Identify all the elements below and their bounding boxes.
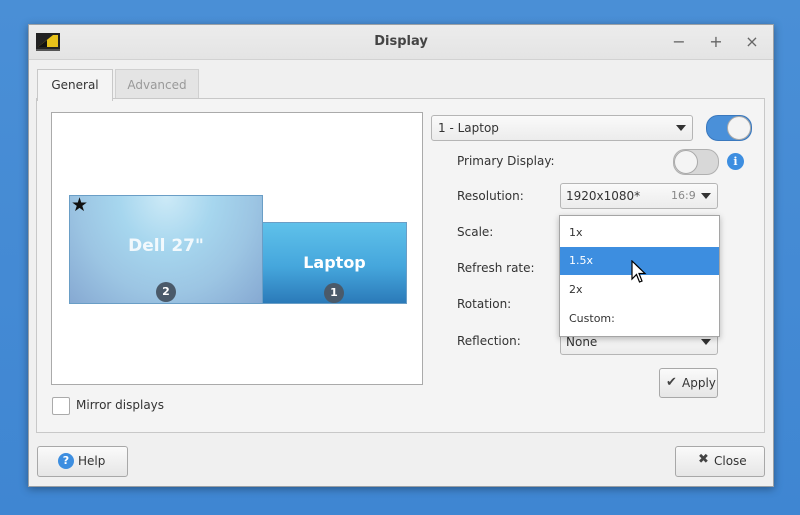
chevron-down-icon: [676, 125, 686, 131]
toggle-knob: [727, 116, 751, 140]
display-settings-window: Display − + × General Advanced ★ Dell 27…: [28, 24, 774, 487]
primary-display-label: Primary Display:: [457, 154, 555, 168]
aspect-ratio: 16:9: [671, 189, 696, 202]
monitor-layout-preview: ★ Dell 27" 2 Laptop 1: [51, 112, 423, 385]
option-label: 2x: [569, 283, 583, 296]
close-window-button[interactable]: ×: [742, 32, 762, 52]
option-label: Custom:: [569, 312, 615, 325]
tab-general[interactable]: General: [37, 69, 113, 101]
mirror-displays-checkbox[interactable]: [52, 397, 70, 415]
chevron-down-icon: [701, 193, 711, 199]
monitor-number-badge: 1: [324, 283, 344, 303]
maximize-button[interactable]: +: [706, 32, 726, 52]
scale-option-custom[interactable]: Custom:: [560, 305, 719, 333]
toggle-knob: [674, 150, 698, 174]
refresh-rate-label: Refresh rate:: [457, 261, 535, 275]
help-icon: ?: [58, 453, 74, 469]
chevron-down-icon: [701, 339, 711, 345]
monitor-number-badge: 2: [156, 282, 176, 302]
display-enabled-toggle[interactable]: [706, 115, 752, 141]
minimize-button[interactable]: −: [669, 32, 689, 52]
option-label: 1x: [569, 226, 583, 239]
monitor-dell[interactable]: ★ Dell 27" 2: [69, 194, 263, 304]
scale-option-1x[interactable]: 1x: [560, 219, 719, 247]
primary-display-toggle[interactable]: [673, 149, 719, 175]
help-label: Help: [78, 454, 106, 468]
help-button[interactable]: ? Help: [37, 446, 128, 477]
title-bar: Display − + ×: [29, 25, 773, 60]
display-select-value: 1 - Laptop: [438, 121, 499, 135]
display-select[interactable]: 1 - Laptop: [431, 115, 693, 141]
monitor-name: Dell 27": [128, 236, 204, 256]
apply-label: Apply: [682, 376, 716, 390]
window-title: Display: [374, 34, 428, 49]
monitor-name: Laptop: [303, 253, 366, 272]
mirror-displays-label: Mirror displays: [76, 398, 165, 412]
scale-label: Scale:: [457, 225, 494, 239]
mouse-pointer-icon: [631, 260, 647, 283]
close-label: Close: [714, 454, 747, 468]
reflection-label: Reflection:: [457, 334, 521, 348]
option-label: 1.5x: [569, 254, 594, 267]
info-icon[interactable]: i: [727, 153, 744, 170]
resolution-select[interactable]: 1920x1080* 16:9: [560, 183, 718, 209]
close-button[interactable]: ✖ Close: [675, 446, 765, 477]
monitor-laptop[interactable]: Laptop 1: [262, 222, 407, 304]
apply-button[interactable]: ✔ Apply: [659, 368, 718, 398]
close-icon: ✖: [698, 452, 709, 467]
rotation-label: Rotation:: [457, 297, 512, 311]
tab-advanced[interactable]: Advanced: [115, 69, 199, 100]
resolution-label: Resolution:: [457, 189, 524, 203]
resolution-value: 1920x1080*: [566, 189, 641, 203]
checkmark-icon: ✔: [666, 375, 677, 390]
primary-star-icon: ★: [71, 194, 89, 216]
